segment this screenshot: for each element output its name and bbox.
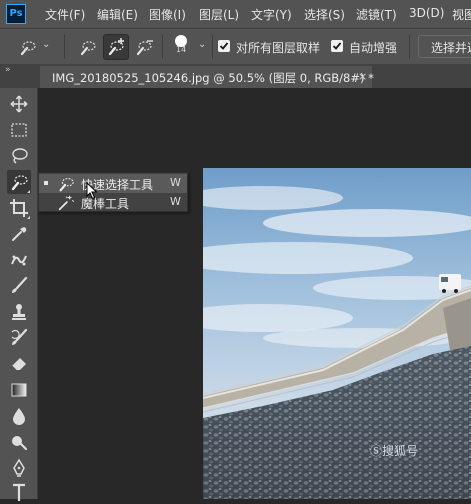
active-tool-bullet — [44, 181, 48, 185]
chevron-down-icon[interactable]: ⌄ — [42, 39, 50, 50]
menu-image[interactable]: 图像(I) — [149, 6, 186, 23]
clone-stamp-tool[interactable] — [7, 300, 31, 324]
chevron-down-icon[interactable]: ⌄ — [198, 39, 206, 50]
tool-group-indicator — [27, 216, 30, 219]
menu-select[interactable]: 选择(S) — [304, 6, 345, 23]
tool-group-indicator — [27, 190, 30, 193]
history-brush-tool[interactable] — [7, 326, 31, 350]
tool-preset-quick-selection-icon[interactable] — [18, 37, 38, 57]
flyout-item-magic-wand[interactable]: 魔棒工具 W — [39, 193, 187, 212]
auto-enhance-label: 自动增强 — [349, 41, 398, 55]
select-and-mask-button[interactable]: 选择并遮 — [418, 35, 471, 58]
new-selection-icon[interactable] — [78, 37, 98, 57]
marquee-tool[interactable] — [7, 118, 31, 142]
crop-tool[interactable] — [7, 196, 31, 220]
menu-type[interactable]: 文字(Y) — [251, 6, 292, 23]
sample-all-layers-label: 对所有图层取样 — [236, 41, 321, 55]
divider — [162, 35, 163, 59]
document-image[interactable] — [203, 168, 471, 499]
dodge-tool[interactable] — [7, 430, 31, 454]
healing-brush-tool[interactable] — [7, 248, 31, 272]
menu-file[interactable]: 文件(F) — [45, 6, 85, 23]
move-tool[interactable] — [7, 92, 31, 116]
document-tab[interactable]: IMG_20180525_105246.jpg @ 50.5% (图层 0, R… — [40, 66, 374, 88]
gradient-tool[interactable] — [7, 378, 31, 402]
menu-3d[interactable]: 3D(D) — [409, 6, 444, 20]
menu-view[interactable]: 视图 — [452, 6, 471, 23]
auto-enhance-checkbox[interactable] — [331, 40, 343, 52]
lasso-tool[interactable] — [7, 144, 31, 168]
close-icon[interactable]: × — [358, 70, 367, 83]
quick-selection-icon — [57, 175, 75, 193]
watermark: Ⓢ搜狐号 — [370, 444, 419, 458]
blur-tool[interactable] — [7, 404, 31, 428]
divider — [64, 35, 65, 59]
eraser-tool[interactable] — [7, 352, 31, 376]
mouse-cursor-icon — [86, 181, 98, 203]
shortcut-key: W — [170, 195, 181, 208]
pen-tool[interactable] — [7, 456, 31, 480]
document-tab-title: IMG_20180525_105246.jpg @ 50.5% (图层 0, R… — [52, 71, 374, 85]
options-bar: ⌄ ⌄ 对所有图层取样 自动增强 选择并遮 — [0, 28, 471, 64]
magic-wand-icon — [57, 194, 75, 212]
add-to-selection-icon[interactable] — [103, 34, 129, 60]
brush-size-value: 14 — [176, 45, 187, 54]
menu-layer[interactable]: 图层(L) — [199, 6, 239, 23]
tool-flyout-menu: 快速选择工具 W 魔棒工具 W — [38, 172, 188, 212]
subtract-from-selection-icon[interactable] — [134, 37, 154, 57]
type-tool[interactable] — [7, 480, 31, 504]
divider — [212, 35, 213, 59]
menu-bar: Ps 文件(F) 编辑(E) 图像(I) 图层(L) 文字(Y) 选择(S) 滤… — [0, 0, 471, 28]
quick-selection-tool[interactable] — [7, 170, 31, 194]
photoshop-logo[interactable]: Ps — [6, 4, 26, 24]
brush-tool[interactable] — [7, 274, 31, 298]
eyedropper-tool[interactable] — [7, 222, 31, 246]
collapse-panel-icon[interactable]: » — [5, 65, 11, 75]
menu-filter[interactable]: 滤镜(T) — [356, 6, 397, 23]
divider — [409, 35, 410, 59]
menu-edit[interactable]: 编辑(E) — [97, 6, 138, 23]
shortcut-key: W — [170, 176, 181, 189]
flyout-item-quick-selection[interactable]: 快速选择工具 W — [39, 174, 187, 193]
sample-all-layers-checkbox[interactable] — [218, 40, 230, 52]
